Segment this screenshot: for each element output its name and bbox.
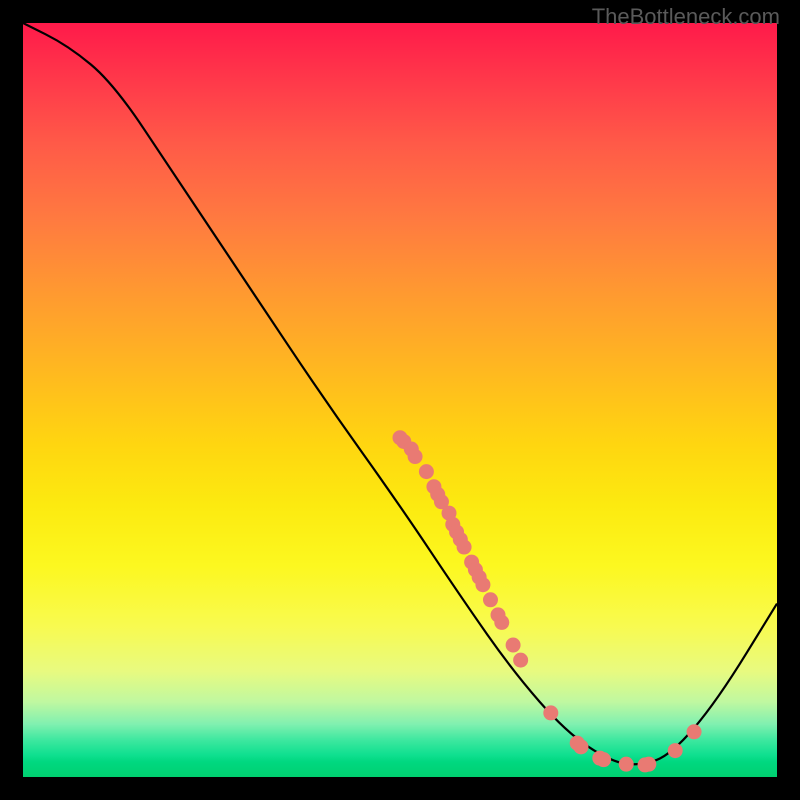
chart-marker	[543, 705, 558, 720]
chart-marker	[408, 449, 423, 464]
chart-marker	[483, 592, 498, 607]
chart-marker	[573, 739, 588, 754]
chart-marker	[494, 615, 509, 630]
chart-marker	[475, 577, 490, 592]
chart-marker	[513, 653, 528, 668]
chart-marker	[687, 724, 702, 739]
chart-marker	[457, 540, 472, 555]
chart-marker	[641, 757, 656, 772]
chart-svg	[23, 23, 777, 777]
chart-marker	[619, 757, 634, 772]
chart-marker	[506, 638, 521, 653]
chart-curve	[23, 23, 777, 764]
watermark-text: TheBottleneck.com	[592, 4, 780, 30]
chart-markers	[393, 430, 702, 772]
chart-marker	[596, 752, 611, 767]
chart-plot-area	[23, 23, 777, 777]
chart-marker	[419, 464, 434, 479]
chart-marker	[668, 743, 683, 758]
